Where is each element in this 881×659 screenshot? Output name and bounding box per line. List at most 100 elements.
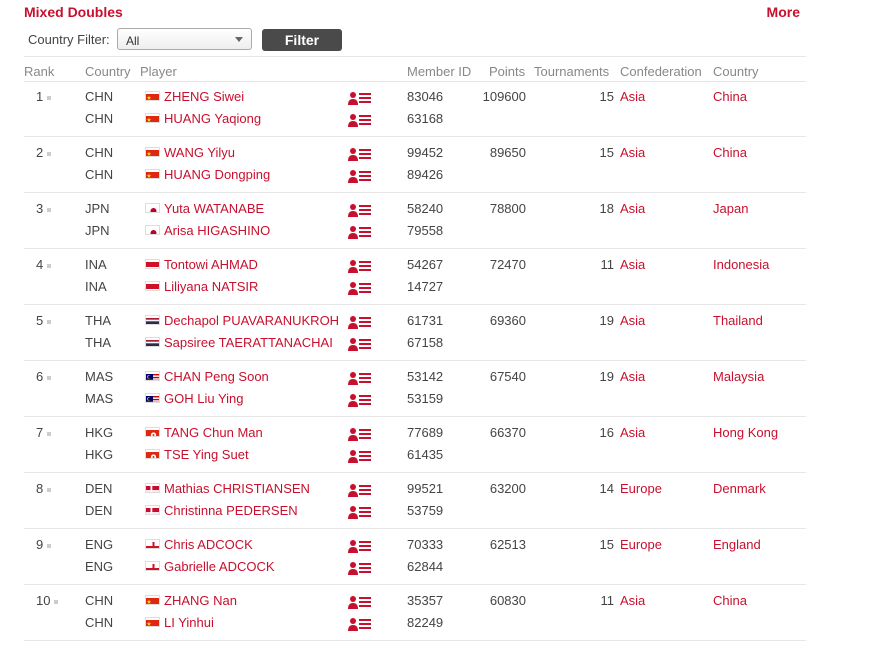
indonesia-flag-icon xyxy=(145,259,160,269)
player-name-link[interactable]: TANG Chun Man xyxy=(164,425,263,440)
header-member-id[interactable]: Member ID xyxy=(407,64,471,79)
player-profile-icon[interactable] xyxy=(348,483,372,497)
country-link[interactable]: China xyxy=(713,593,747,608)
player-profile-icon[interactable] xyxy=(348,225,372,239)
player-profile-icon[interactable] xyxy=(348,281,372,295)
china-flag-icon xyxy=(145,169,160,179)
row-divider xyxy=(24,360,806,361)
filter-button[interactable]: Filter xyxy=(262,29,342,51)
player-profile-icon[interactable] xyxy=(348,595,372,609)
rank-value: 4 xyxy=(36,257,44,272)
player-profile-icon[interactable] xyxy=(348,203,372,217)
denmark-flag-icon xyxy=(145,483,160,493)
header-rank[interactable]: Rank xyxy=(24,64,54,79)
rank-cell: 6 xyxy=(36,369,52,384)
player-name-link[interactable]: Yuta WATANABE xyxy=(164,201,264,216)
player-name-link[interactable]: CHAN Peng Soon xyxy=(164,369,269,384)
player-profile-icon[interactable] xyxy=(348,315,372,329)
player-profile-icon[interactable] xyxy=(348,539,372,553)
rank-value: 7 xyxy=(36,425,44,440)
player-profile-icon[interactable] xyxy=(348,169,372,183)
player-name-link[interactable]: TSE Ying Suet xyxy=(164,447,249,462)
country-link[interactable]: Japan xyxy=(713,201,748,216)
player-profile-icon[interactable] xyxy=(348,147,372,161)
player-profile-icon[interactable] xyxy=(348,617,372,631)
tournaments-cell: 19 xyxy=(599,313,614,328)
rank-cell: 5 xyxy=(36,313,52,328)
points-cell: 72470 xyxy=(489,257,526,272)
player-profile-icon[interactable] xyxy=(348,371,372,385)
more-link[interactable]: More xyxy=(767,4,800,20)
player-name-link[interactable]: Sapsiree TAERATTANACHAI xyxy=(164,335,333,350)
player-name-link[interactable]: Tontowi AHMAD xyxy=(164,257,258,272)
confederation-link[interactable]: Asia xyxy=(620,593,645,608)
country-filter-select[interactable]: All xyxy=(117,28,252,50)
player-name-link[interactable]: Gabrielle ADCOCK xyxy=(164,559,275,574)
player-profile-icon[interactable] xyxy=(348,393,372,407)
player-name-link[interactable]: ZHENG Siwei xyxy=(164,89,244,104)
malaysia-flag-icon xyxy=(145,371,160,381)
member-id-cell: 63168 xyxy=(407,111,444,126)
player-profile-icon[interactable] xyxy=(348,113,372,127)
player-name-link[interactable]: WANG Yilyu xyxy=(164,145,235,160)
player-name-link[interactable]: ZHANG Nan xyxy=(164,593,237,608)
member-id-cell: 67158 xyxy=(407,335,444,350)
country-link[interactable]: Indonesia xyxy=(713,257,769,272)
rank-cell: 4 xyxy=(36,257,52,272)
confederation-link[interactable]: Europe xyxy=(620,481,662,496)
country-link[interactable]: Thailand xyxy=(713,313,763,328)
confederation-link[interactable]: Europe xyxy=(620,537,662,552)
confederation-link[interactable]: Asia xyxy=(620,89,645,104)
player-name-link[interactable]: LI Yinhui xyxy=(164,615,214,630)
confederation-link[interactable]: Asia xyxy=(620,257,645,272)
player-profile-icon[interactable] xyxy=(348,259,372,273)
country-link[interactable]: China xyxy=(713,145,747,160)
player-name-link[interactable]: Liliyana NATSIR xyxy=(164,279,258,294)
player-profile-icon[interactable] xyxy=(348,337,372,351)
confederation-link[interactable]: Asia xyxy=(620,201,645,216)
confederation-link[interactable]: Asia xyxy=(620,145,645,160)
header-points[interactable]: Points xyxy=(489,64,525,79)
player-name-link[interactable]: Arisa HIGASHINO xyxy=(164,223,270,238)
player-name-link[interactable]: Mathias CHRISTIANSEN xyxy=(164,481,310,496)
row-divider xyxy=(24,640,806,641)
player-country-code: JPN xyxy=(85,201,110,216)
country-link[interactable]: China xyxy=(713,89,747,104)
player-profile-icon[interactable] xyxy=(348,505,372,519)
player-name-link[interactable]: Dechapol PUAVARANUKROH xyxy=(164,313,339,328)
points-cell: 66370 xyxy=(489,425,526,440)
rank-change-icon xyxy=(54,599,59,604)
player-name-link[interactable]: Christinna PEDERSEN xyxy=(164,503,298,518)
player-profile-icon[interactable] xyxy=(348,561,372,575)
player-name-link[interactable]: GOH Liu Ying xyxy=(164,391,244,406)
confederation-link[interactable]: Asia xyxy=(620,313,645,328)
tournaments-cell: 15 xyxy=(599,145,614,160)
country-link[interactable]: Hong Kong xyxy=(713,425,778,440)
member-id-cell: 61435 xyxy=(407,447,444,462)
player-profile-icon[interactable] xyxy=(348,427,372,441)
country-link[interactable]: Malaysia xyxy=(713,369,764,384)
player-profile-icon[interactable] xyxy=(348,449,372,463)
confederation-link[interactable]: Asia xyxy=(620,425,645,440)
confederation-link[interactable]: Asia xyxy=(620,369,645,384)
header-confederation[interactable]: Confederation xyxy=(620,64,702,79)
row-divider xyxy=(24,136,806,137)
player-name-link[interactable]: HUANG Dongping xyxy=(164,167,270,182)
header-tournaments[interactable]: Tournaments xyxy=(534,64,609,79)
country-link[interactable]: Denmark xyxy=(713,481,766,496)
player-name-link[interactable]: Chris ADCOCK xyxy=(164,537,253,552)
header-country-code[interactable]: Country xyxy=(85,64,131,79)
player-profile-icon[interactable] xyxy=(348,91,372,105)
tournaments-cell: 15 xyxy=(599,89,614,104)
member-id-cell: 77689 xyxy=(407,425,444,440)
country-link[interactable]: England xyxy=(713,537,761,552)
rank-value: 8 xyxy=(36,481,44,496)
header-player[interactable]: Player xyxy=(140,64,177,79)
player-name-link[interactable]: HUANG Yaqiong xyxy=(164,111,261,126)
row-divider xyxy=(24,472,806,473)
hongkong-flag-icon xyxy=(145,449,160,459)
player-country-code: MAS xyxy=(85,391,114,406)
header-country[interactable]: Country xyxy=(713,64,759,79)
member-id-cell: 79558 xyxy=(407,223,444,238)
points-cell: 69360 xyxy=(489,313,526,328)
